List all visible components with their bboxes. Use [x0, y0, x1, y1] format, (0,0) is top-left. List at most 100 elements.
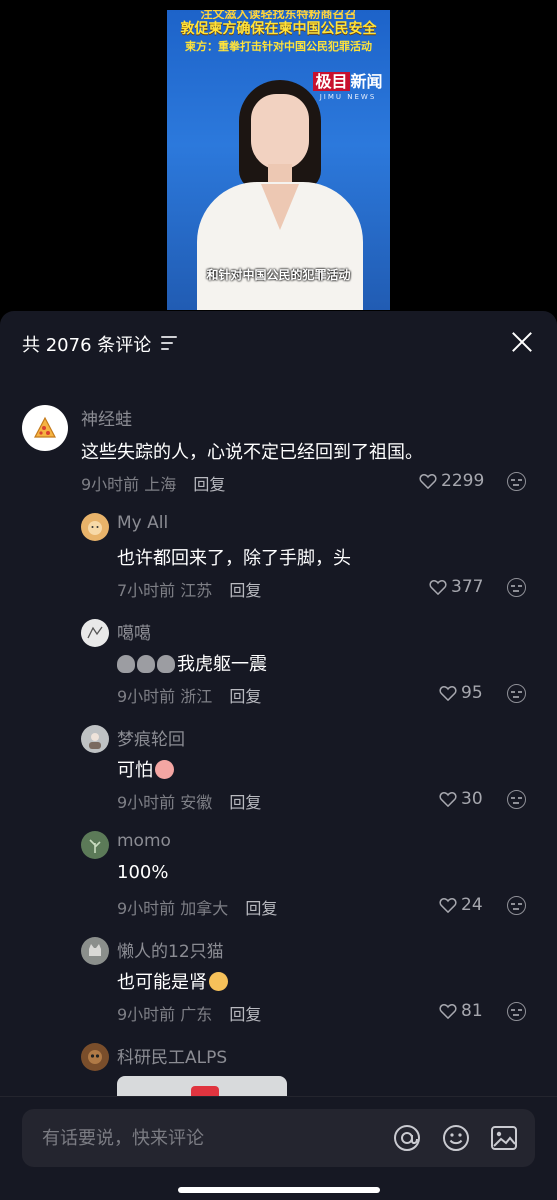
scared-emoji-icon [155, 760, 174, 779]
comment-meta: 9小时前 浙江 回复 [117, 683, 261, 707]
headline-top: 注文滋入读轻找东特粉商召召 [200, 10, 357, 19]
like-count: 81 [461, 1001, 483, 1021]
comment-location: 安徽 [180, 793, 213, 812]
comment-input-box[interactable] [22, 1109, 535, 1167]
plant-avatar-icon [89, 839, 101, 853]
reply-button[interactable]: 回复 [229, 687, 261, 706]
comment-meta: 7小时前 江苏 回复 [117, 577, 261, 601]
comment-username[interactable]: 科研民工ALPS [117, 1043, 227, 1068]
comment-location: 江苏 [180, 581, 213, 600]
comment-input[interactable] [42, 1109, 382, 1167]
comment-meta: 9小时前 加拿大 回复 [117, 895, 277, 919]
comment-text-body: 也可能是肾 [117, 972, 207, 993]
comment-count-title: 共 2076 条评论 [22, 335, 152, 356]
ghost-emoji-icon [117, 655, 135, 673]
pizza-avatar-icon [34, 416, 56, 438]
home-indicator[interactable] [178, 1187, 380, 1193]
comment-text[interactable]: 也可能是肾 [117, 968, 228, 994]
like-count: 95 [461, 683, 483, 703]
headline-main: 敦促柬方确保在柬中国公民安全 [180, 21, 377, 37]
reply-button[interactable]: 回复 [229, 1005, 261, 1024]
comment-location: 浙江 [180, 687, 213, 706]
comment-username[interactable]: 懒人的12只猫 [117, 937, 224, 962]
heart-icon [439, 1004, 457, 1019]
avatar[interactable] [22, 405, 68, 451]
avatar[interactable] [81, 619, 109, 647]
comment-username[interactable]: My All [117, 513, 168, 533]
comment-meta: 9小时前 广东 回复 [117, 1001, 261, 1025]
reply-button[interactable]: 回复 [245, 899, 277, 918]
sketch-avatar-icon [87, 626, 103, 639]
comment-time: 9小时前 [117, 899, 176, 918]
video-player[interactable]: 注文滋入读轻找东特粉商召召 敦促柬方确保在柬中国公民安全 柬方：重拳打击针对中国… [0, 0, 557, 320]
heart-icon [419, 474, 437, 489]
like-button[interactable]: 95 [439, 683, 483, 703]
comment-text[interactable]: 这些失踪的人，心说不定已经回到了祖国。 [81, 438, 423, 464]
avatar[interactable] [81, 513, 109, 541]
comment-time: 9小时前 [117, 793, 176, 812]
close-icon[interactable] [511, 331, 533, 353]
heart-icon [429, 580, 447, 595]
headline-sub: 柬方：重拳打击针对中国公民犯罪活动 [185, 39, 372, 53]
comment-username[interactable]: momo [117, 831, 171, 851]
avatar[interactable] [81, 831, 109, 859]
comment-username[interactable]: 梦痕轮回 [117, 725, 185, 750]
reply-button[interactable]: 回复 [229, 581, 261, 600]
comment-username[interactable]: 噶噶 [117, 619, 151, 644]
comment-meta: 9小时前 安徽 回复 [117, 789, 261, 813]
reply-button[interactable]: 回复 [229, 793, 261, 812]
like-button[interactable]: 377 [429, 577, 483, 597]
comment-text[interactable]: 可怕 [117, 756, 174, 782]
comment-text[interactable]: 100% [117, 862, 168, 883]
like-count: 24 [461, 895, 483, 915]
surprised-emoji-icon [209, 972, 228, 991]
owl-avatar-icon [88, 1050, 102, 1064]
sort-filter-icon[interactable] [161, 336, 179, 350]
cat-avatar-icon [89, 944, 101, 956]
video-subtitle: 和针对中国公民的犯罪活动 [206, 268, 351, 282]
comment-time: 9小时前 [81, 475, 140, 494]
ghost-emoji-icon [137, 655, 155, 673]
like-count: 377 [451, 577, 484, 597]
comment-input-bar [0, 1096, 557, 1200]
dislike-face-icon[interactable] [507, 684, 526, 703]
comment-meta: 9小时前 上海 回复 [81, 471, 225, 495]
like-count: 2299 [441, 471, 485, 491]
heart-icon [439, 686, 457, 701]
dislike-face-icon[interactable] [507, 790, 526, 809]
ghost-emoji-icon [157, 655, 175, 673]
like-count: 30 [461, 789, 483, 809]
like-button[interactable]: 2299 [419, 471, 484, 491]
heart-icon [439, 792, 457, 807]
pet-avatar-icon [88, 521, 102, 535]
dislike-face-icon[interactable] [507, 472, 526, 491]
comment-text[interactable]: 我虎躯一震 [117, 650, 267, 676]
dislike-face-icon[interactable] [507, 896, 526, 915]
comment-time: 9小时前 [117, 687, 176, 706]
comment-text[interactable]: 也许都回来了，除了手脚，头 [117, 544, 351, 570]
avatar[interactable] [81, 1043, 109, 1071]
comment-location: 广东 [180, 1005, 213, 1024]
video-headline: 注文滋入读轻找东特粉商召召 敦促柬方确保在柬中国公民安全 柬方：重拳打击针对中国… [167, 10, 390, 53]
comment-panel-header: 共 2076 条评论 [0, 311, 557, 373]
avatar[interactable] [81, 937, 109, 965]
emoji-icon[interactable] [441, 1123, 471, 1153]
comment-time: 7小时前 [117, 581, 176, 600]
comment-text-body: 我虎躯一震 [177, 654, 267, 675]
video-frame[interactable]: 注文滋入读轻找东特粉商召召 敦促柬方确保在柬中国公民安全 柬方：重拳打击针对中国… [167, 10, 390, 310]
comment-text-body: 可怕 [117, 760, 153, 781]
like-button[interactable]: 30 [439, 789, 483, 809]
comment-location: 加拿大 [180, 899, 229, 918]
reply-button[interactable]: 回复 [193, 475, 225, 494]
like-button[interactable]: 24 [439, 895, 483, 915]
image-icon[interactable] [489, 1123, 519, 1153]
comment-panel: 共 2076 条评论 神经蛙 这些失踪的人，心说不定已经回到了祖国。 9小时前 … [0, 311, 557, 1200]
avatar[interactable] [81, 725, 109, 753]
comment-location: 上海 [144, 475, 177, 494]
like-button[interactable]: 81 [439, 1001, 483, 1021]
at-icon[interactable] [392, 1123, 422, 1153]
dislike-face-icon[interactable] [507, 1002, 526, 1021]
comment-username[interactable]: 神经蛙 [81, 405, 132, 430]
dislike-face-icon[interactable] [507, 578, 526, 597]
person-avatar-icon [89, 733, 101, 749]
